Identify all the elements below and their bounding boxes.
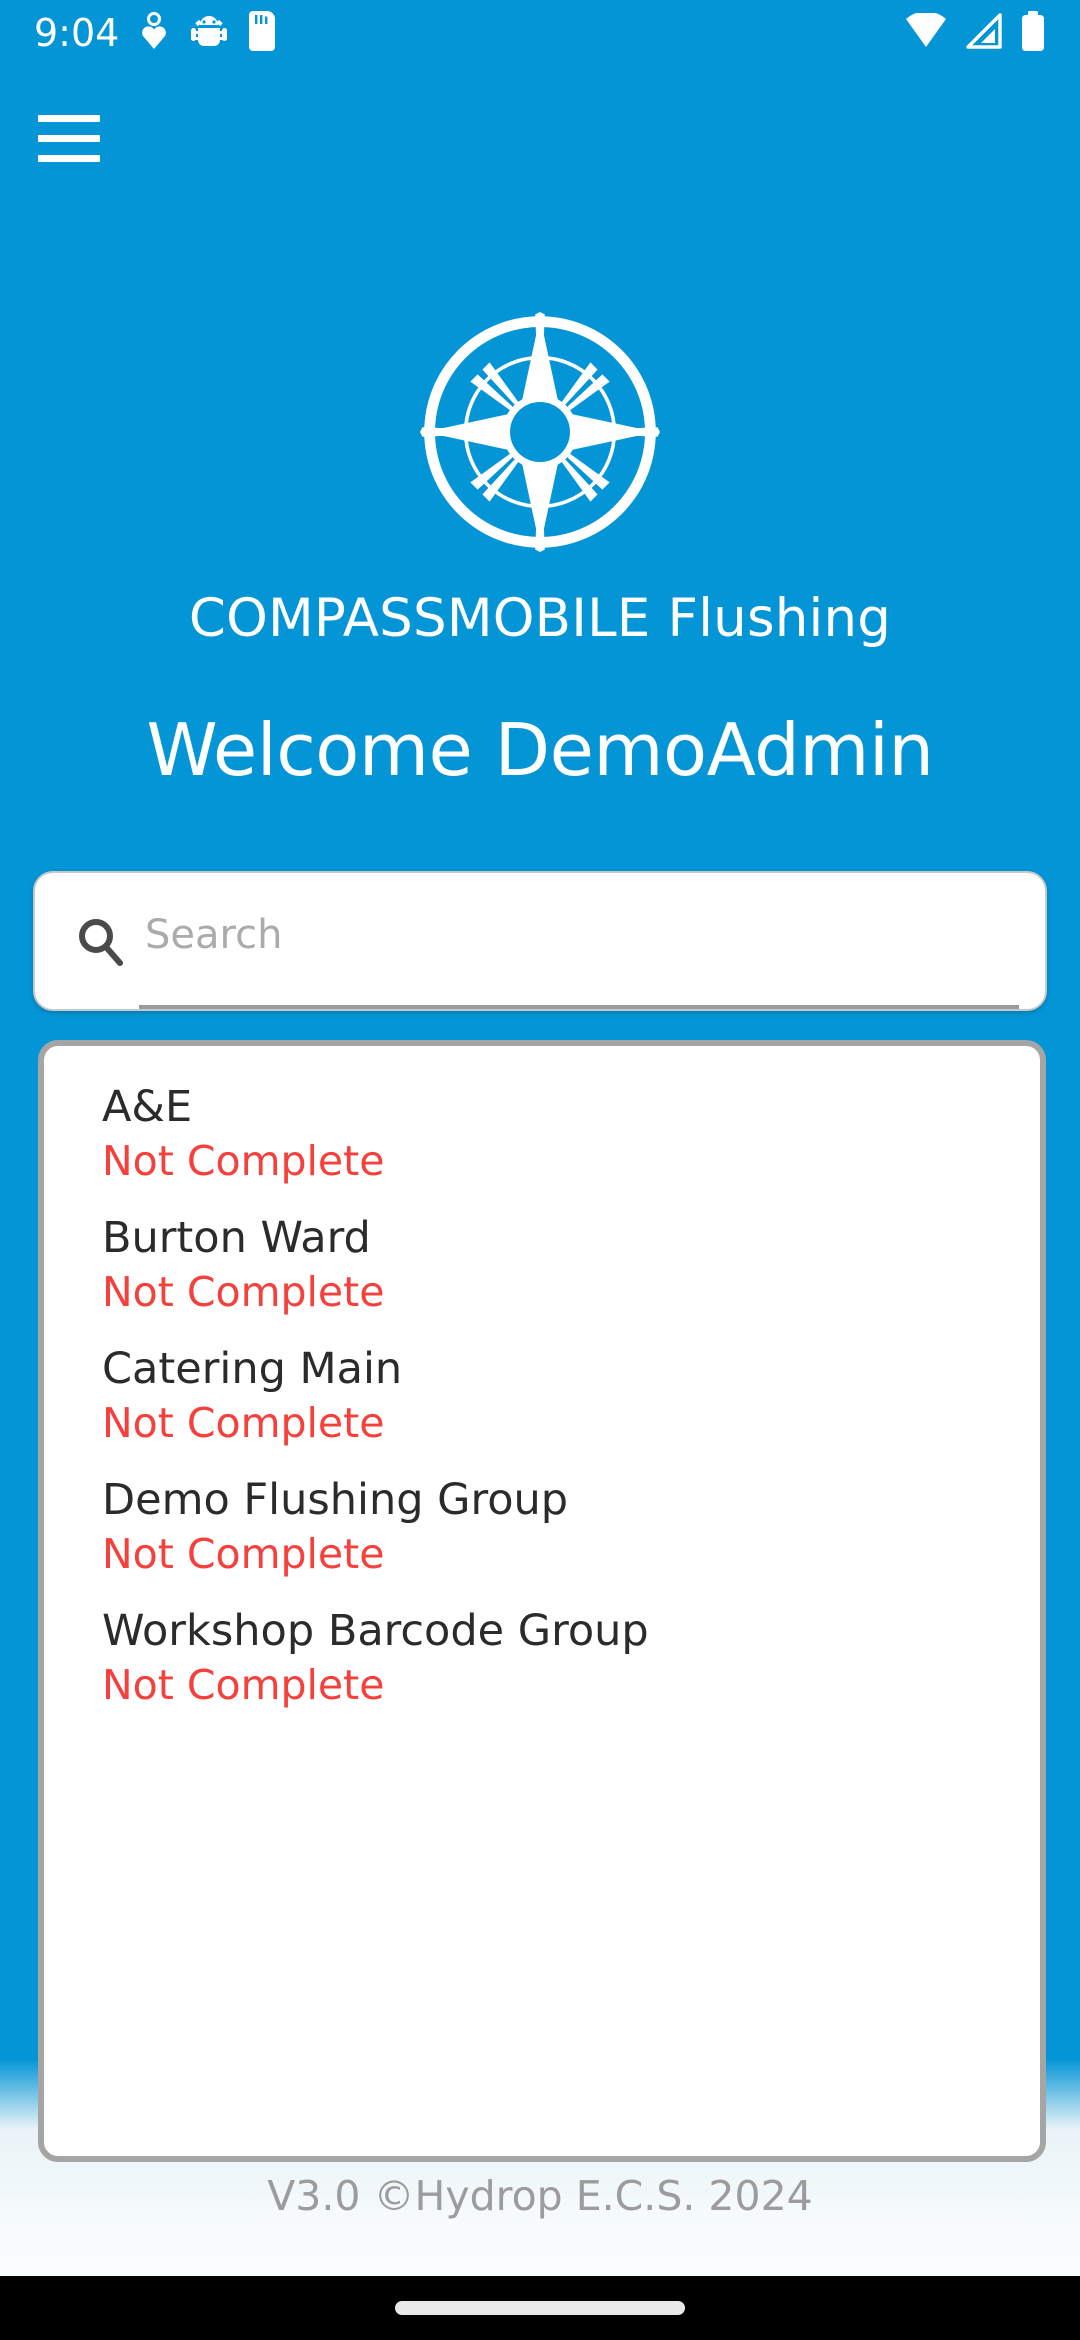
clock: 9:04: [34, 11, 120, 55]
status-bar-right: [904, 11, 1046, 55]
wifi-icon: [904, 11, 948, 53]
footer-version-text: V3.0 ©Hydrop E.C.S. 2024: [267, 2172, 813, 2220]
app-logo: [0, 312, 1080, 552]
list-item-name: A&E: [102, 1082, 193, 1132]
search-input[interactable]: [139, 912, 1019, 966]
list-item[interactable]: Demo Flushing Group Not Complete: [44, 1463, 1040, 1594]
hamburger-bar-3: [38, 154, 100, 162]
app-title: COMPASSMOBILE Flushing: [188, 588, 892, 649]
android-bug-icon: [189, 11, 229, 55]
list-item-status: Not Complete: [102, 1529, 385, 1578]
status-bar-left: 9:04: [34, 11, 276, 55]
list-item-name: Catering Main: [102, 1343, 403, 1394]
list-item[interactable]: Burton Ward Not Complete: [44, 1201, 1040, 1332]
search-bar[interactable]: [33, 871, 1047, 1011]
list-item-name: Burton Ward: [102, 1212, 371, 1263]
hamburger-bar-1: [38, 114, 100, 122]
list-item-name: Demo Flushing Group: [102, 1474, 569, 1525]
list-item-name: Workshop Barcode Group: [102, 1605, 649, 1656]
welcome-heading: Welcome DemoAdmin: [146, 708, 934, 792]
list-item[interactable]: A&E Not Complete: [44, 1070, 1040, 1201]
compass-rose-logo: [420, 312, 660, 552]
cellular-signal-icon: [964, 13, 1004, 53]
hamburger-bar-2: [38, 134, 100, 142]
home-indicator-pill[interactable]: [395, 2301, 685, 2315]
search-icon: [63, 915, 139, 967]
group-list-card: A&E Not Complete Burton Ward Not Complet…: [38, 1040, 1046, 2162]
hamburger-menu-icon[interactable]: [32, 108, 106, 168]
group-list: A&E Not Complete Burton Ward Not Complet…: [44, 1046, 1040, 1725]
status-bar: 9:04: [0, 0, 1080, 66]
heart-activity-icon: [139, 11, 169, 55]
list-item-status: Not Complete: [102, 1136, 385, 1185]
search-field-wrap: [139, 873, 1019, 1009]
sd-card-icon: [249, 11, 276, 55]
list-item-status: Not Complete: [102, 1660, 385, 1709]
app-screen: 9:04 COMPASSMOBILE Flushing Welcome Demo…: [0, 0, 1080, 2340]
list-item[interactable]: Catering Main Not Complete: [44, 1332, 1040, 1463]
battery-icon: [1020, 11, 1046, 55]
list-item-status: Not Complete: [102, 1267, 385, 1316]
list-item-status: Not Complete: [102, 1398, 385, 1447]
system-navigation-bar: [0, 2276, 1080, 2340]
list-item[interactable]: Workshop Barcode Group Not Complete: [44, 1594, 1040, 1725]
